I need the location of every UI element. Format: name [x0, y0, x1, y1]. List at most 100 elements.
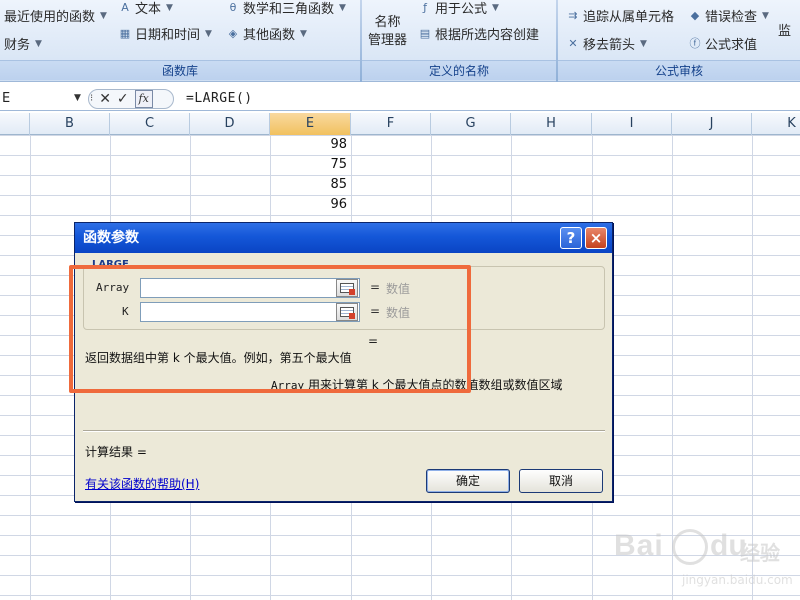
column-header[interactable]: I [592, 113, 672, 135]
cell-value[interactable]: 98 [270, 135, 350, 155]
calculation-result: 计算结果 = [85, 445, 147, 459]
remove-arrows-icon: ✕ [568, 36, 578, 50]
trace-dependents-button[interactable]: ⇉ 追踪从属单元格 [566, 6, 675, 26]
recent-functions-label: 最近使用的函数 [4, 10, 96, 25]
more-functions-icon: ◈ [228, 26, 238, 40]
defined-names-label: 定义的名称 [362, 60, 556, 80]
error-checking-button[interactable]: ◆ 错误检查 ▼ [688, 6, 769, 26]
trace-dependents-icon: ⇉ [568, 8, 578, 22]
baidu-watermark: Bai du 经验 jingyan.baidu.com [612, 515, 800, 597]
watermark-cn: 经验 [740, 541, 780, 565]
formula-auditing-label: 公式审核 [558, 60, 800, 80]
chevron-down-icon: ▼ [166, 2, 173, 13]
math-icon: θ [229, 0, 237, 14]
column-header[interactable]: F [351, 113, 431, 135]
cell-value[interactable]: 85 [270, 175, 350, 195]
arguments-group: LARGE Array = 数值 K = 数值 [83, 259, 605, 330]
name-box-dropdown-icon[interactable]: ▼ [74, 88, 81, 109]
cancel-button[interactable]: 取消 [519, 469, 603, 493]
function-help-link[interactable]: 有关该函数的帮助(H) [85, 475, 199, 492]
name-manager-label-2: 管理器 [368, 33, 408, 48]
math-trig-functions-button[interactable]: θ 数学和三角函数 ▼ [226, 0, 346, 18]
array-result: 数值 [386, 282, 411, 296]
remove-arrows-button[interactable]: ✕ 移去箭头 ▼ [566, 34, 647, 54]
function-library-label: 函数库 [0, 60, 360, 80]
k-input[interactable] [140, 302, 360, 322]
other-functions-label: 其他函数 [243, 28, 296, 43]
function-name: LARGE [90, 259, 131, 270]
insert-function-button[interactable]: fx [134, 89, 153, 108]
argument-description-text: 用来计算第 k 个最大值点的数值数组或数值区域 [307, 378, 563, 392]
watermark-brand: Bai [614, 529, 664, 562]
column-header-partial[interactable] [0, 113, 30, 135]
function-icon: ƒ [423, 0, 427, 14]
dialog-title: 函数参数 [83, 230, 139, 246]
trace-dependents-label: 追踪从属单元格 [583, 10, 675, 25]
range-select-arrow-icon [349, 289, 355, 295]
create-from-selection-button[interactable]: ▤ 根据所选内容创建 [418, 24, 540, 44]
column-header[interactable]: J [672, 113, 752, 135]
watermark-url: jingyan.baidu.com [682, 573, 793, 587]
dialog-body: LARGE Array = 数值 K = 数值 = 返回数据组中第 k 个最大值… [75, 253, 612, 503]
formula-input[interactable]: =LARGE() [186, 88, 253, 109]
array-arg-label: Array [96, 281, 130, 294]
finance-label: 财务 [4, 38, 31, 53]
other-functions-button[interactable]: ◈ 其他函数 ▼ [226, 24, 307, 44]
chevron-down-icon: ▼ [762, 10, 769, 21]
chevron-down-icon: ▼ [100, 10, 107, 21]
array-input[interactable] [140, 278, 360, 298]
cell-value[interactable]: 75 [270, 155, 350, 175]
name-manager-button[interactable]: 名称 管理器 [368, 14, 407, 50]
use-in-formula-button[interactable]: ƒ 用于公式 ▼ [418, 0, 499, 18]
column-header[interactable]: D [190, 113, 270, 135]
column-header[interactable]: C [110, 113, 190, 135]
array-range-select-button[interactable] [336, 279, 358, 297]
column-header[interactable]: K [752, 113, 800, 135]
create-from-selection-label: 根据所选内容创建 [435, 28, 540, 43]
text-icon: A [121, 0, 129, 14]
k-equals: = [370, 304, 381, 318]
argument-description: Array 用来计算第 k 个最大值点的数值数组或数值区域 [271, 376, 563, 393]
defined-names-group: 名称 管理器 ƒ 用于公式 ▼ ▤ 根据所选内容创建 定义的名称 [362, 0, 556, 82]
function-library-group: 最近使用的函数 ▼ 财务 ▼ A 文本 ▼ ▦ 日期和时间 ▼ θ 数学和三角函数 ▼ ◈ 其他函… [0, 0, 360, 82]
paw-logo-icon [672, 529, 708, 565]
formula-bar: E ▼ ⁝ ✕ ✓ fx =LARGE() [0, 87, 800, 111]
close-icon[interactable]: × [585, 227, 607, 249]
column-header[interactable]: H [511, 113, 592, 135]
array-equals: = [370, 280, 381, 294]
k-arg-label: K [122, 305, 129, 318]
function-description: 返回数据组中第 k 个最大值。例如，第五个最大值 [85, 351, 352, 365]
formula-auditing-group: ⇉ 追踪从属单元格 ◆ 错误检查 ▼ ✕ 移去箭头 ▼ ⓕ 公式求值 监 公式审核 [558, 0, 800, 82]
enter-icon[interactable]: ✓ [117, 91, 129, 107]
error-checking-label: 错误检查 [705, 10, 758, 25]
formula-result-equals: = [368, 334, 379, 348]
dialog-divider [83, 430, 605, 432]
cancel-icon[interactable]: ✕ [99, 91, 111, 107]
watch-window-button[interactable]: 监 [778, 20, 791, 39]
help-icon[interactable]: ? [560, 227, 582, 249]
finance-button[interactable]: 财务 ▼ [4, 34, 42, 53]
argument-description-name: Array [271, 379, 305, 392]
text-functions-button[interactable]: A 文本 ▼ [118, 0, 173, 18]
formula-bar-buttons: ⁝ ✕ ✓ fx [90, 88, 153, 109]
chevron-down-icon: ▼ [339, 2, 346, 13]
cell-value[interactable]: 96 [270, 195, 350, 215]
dialog-title-bar[interactable]: 函数参数 ? × [75, 223, 612, 253]
name-manager-label-1: 名称 [374, 15, 401, 30]
evaluate-formula-button[interactable]: ⓕ 公式求值 [688, 34, 758, 54]
chevron-down-icon: ▼ [35, 38, 42, 49]
k-range-select-button[interactable] [336, 303, 358, 321]
chevron-down-icon: ▼ [640, 38, 647, 49]
datetime-functions-label: 日期和时间 [135, 28, 201, 43]
ok-button[interactable]: 确定 [426, 469, 510, 493]
math-trig-functions-label: 数学和三角函数 [243, 2, 335, 17]
column-header[interactable]: B [30, 113, 110, 135]
ribbon: 最近使用的函数 ▼ 财务 ▼ A 文本 ▼ ▦ 日期和时间 ▼ θ 数学和三角函数 ▼ ◈ 其他函… [0, 0, 800, 82]
k-result: 数值 [386, 306, 411, 320]
resize-handle-icon[interactable]: ⁝ [90, 93, 93, 104]
column-headers: B C D E F G H I J K [0, 113, 800, 135]
column-header-selected[interactable]: E [270, 113, 351, 135]
recent-functions-button[interactable]: 最近使用的函数 ▼ [4, 6, 107, 25]
column-header[interactable]: G [431, 113, 511, 135]
datetime-functions-button[interactable]: ▦ 日期和时间 ▼ [118, 24, 212, 44]
